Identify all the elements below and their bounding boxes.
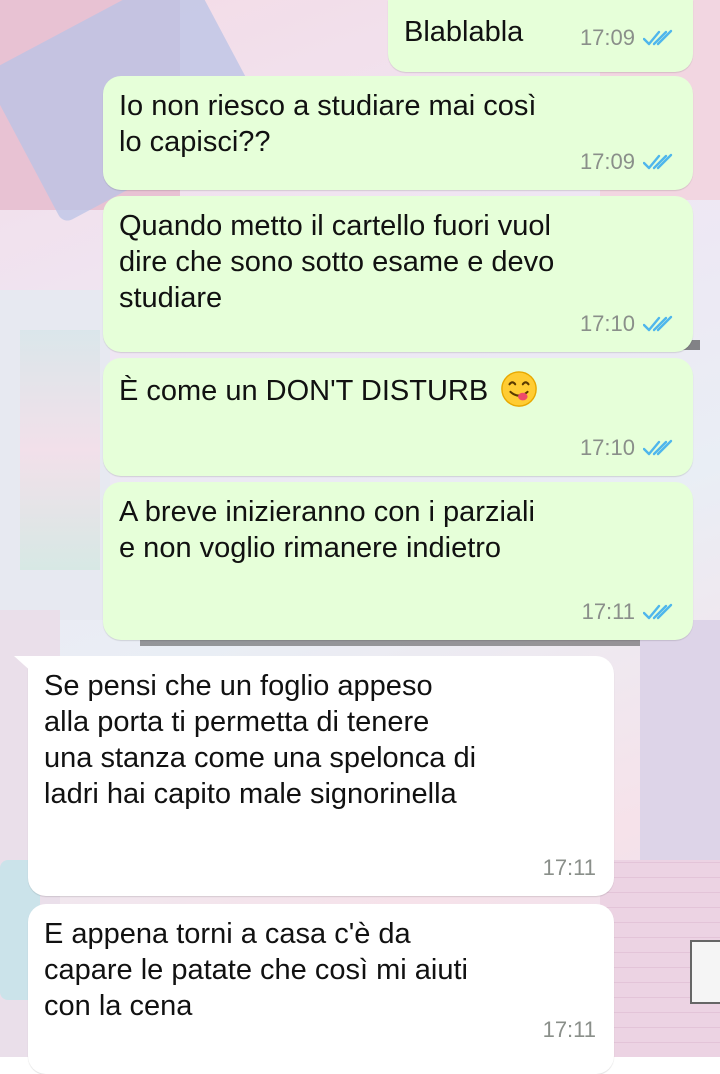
double-check-icon [643,603,673,620]
outgoing-message[interactable]: Quando metto il cartello fuori vuol dire… [103,196,693,352]
double-check-icon [643,153,673,170]
outgoing-message[interactable]: Io non riesco a studiare mai così lo cap… [103,76,693,190]
double-check-icon [643,29,673,46]
message-text: Quando metto il cartello fuori vuol dire… [119,210,555,314]
message-meta: 17:10 [580,430,675,466]
message-meta: 17:11 [543,850,596,886]
message-meta: 17:11 [582,594,675,630]
message-time: 17:11 [542,1017,596,1042]
message-time: 17:11 [542,855,596,880]
message-time: 17:10 [579,311,635,336]
message-time: 17:11 [581,599,635,624]
message-text: Io non riesco a studiare mai così lo cap… [119,90,537,158]
incoming-message[interactable]: E appena torni a casa c'è da capare le p… [28,904,614,1074]
message-text: E appena torni a casa c'è da capare le p… [44,918,468,1022]
message-text: Se pensi che un foglio appeso alla porta… [44,670,477,810]
outgoing-message[interactable]: Blablabla 17:09 [388,0,693,72]
message-meta: 17:09 [580,20,675,56]
message-meta: 17:11 [543,1012,596,1048]
message-time: 17:09 [579,149,635,174]
face-savoring-food-emoji [501,371,538,407]
wallpaper-piece [690,940,720,1004]
message-meta: 17:09 [580,144,675,180]
double-check-icon [643,439,673,456]
double-check-icon [643,315,673,332]
bubble-tail [14,656,34,674]
message-time: 17:10 [579,435,635,460]
message-time: 17:09 [579,25,635,50]
message-text: Blablabla [404,16,524,48]
message-meta: 17:10 [580,306,675,342]
outgoing-message[interactable]: È come un DON'T DISTURB 17:10 [103,358,693,476]
outgoing-message[interactable]: A breve inizieranno con i parziali e non… [103,482,693,640]
wallpaper-piece [20,330,100,570]
incoming-message[interactable]: Se pensi che un foglio appeso alla porta… [28,656,614,896]
message-text: È come un DON'T DISTURB [119,375,489,407]
message-text: A breve inizieranno con i parziali e non… [119,496,535,564]
